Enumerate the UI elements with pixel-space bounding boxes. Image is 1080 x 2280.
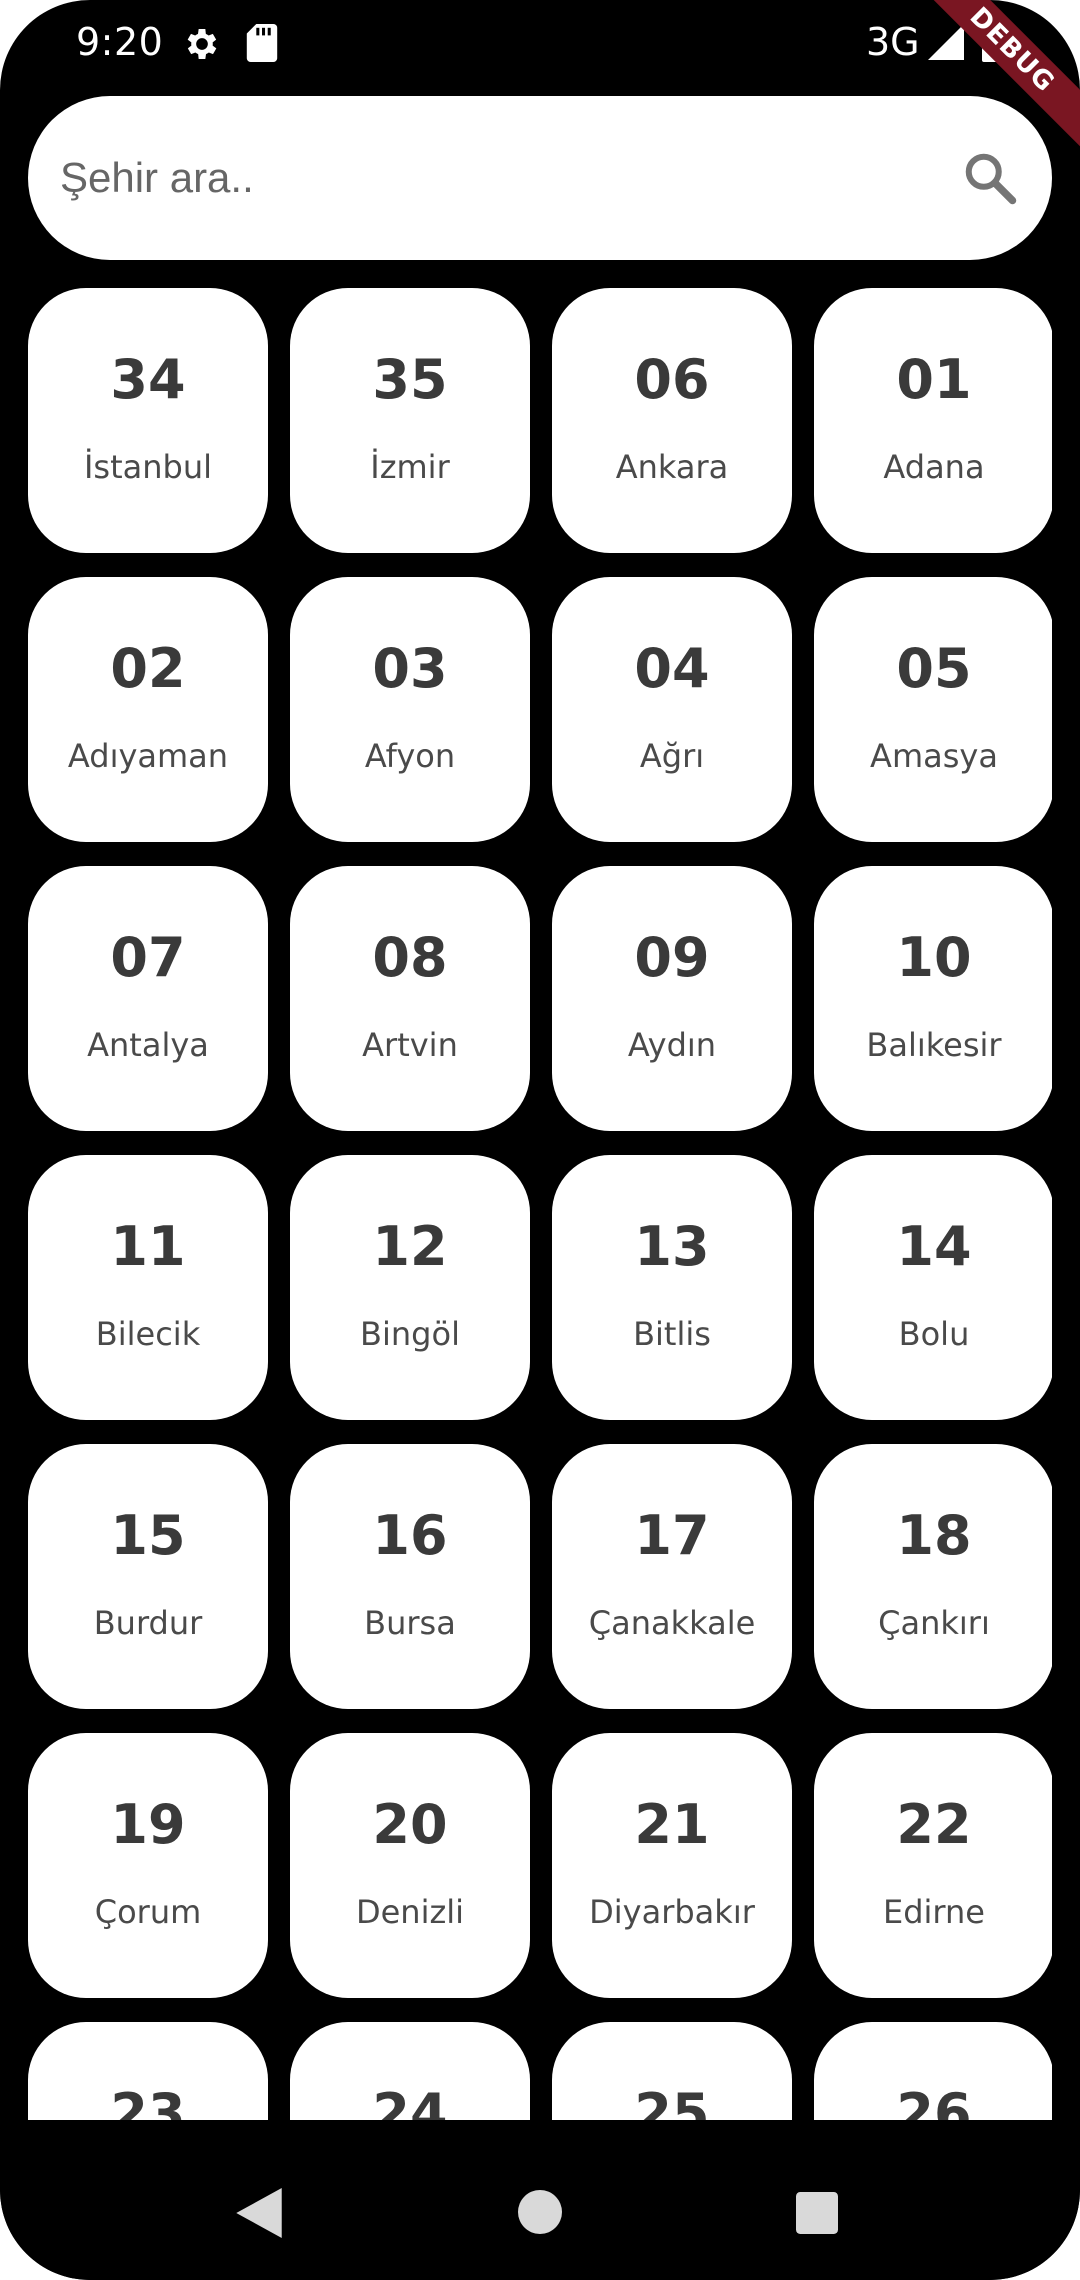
city-name: Burdur (93, 1604, 203, 1642)
plate-code: 34 (110, 348, 186, 411)
city-name: Balıkesir (866, 1026, 1002, 1064)
city-name: Artvin (362, 1026, 458, 1064)
plate-code: 12 (372, 1215, 448, 1278)
plate-code: 22 (896, 1793, 972, 1856)
city-card[interactable]: 06 Ankara (552, 288, 792, 553)
city-card[interactable]: 08 Artvin (290, 866, 530, 1131)
city-card[interactable]: 12 Bingöl (290, 1155, 530, 1420)
city-card[interactable]: 14 Bolu (814, 1155, 1052, 1420)
city-card[interactable]: 11 Bilecik (28, 1155, 268, 1420)
plate-code: 35 (372, 348, 448, 411)
city-name: Bolu (898, 1315, 970, 1353)
city-card[interactable]: 09 Aydın (552, 866, 792, 1131)
city-card[interactable]: 24 (290, 2022, 530, 2120)
city-name: Çankırı (878, 1604, 990, 1642)
city-name: İzmir (370, 448, 450, 486)
city-card[interactable]: 21 Diyarbakır (552, 1733, 792, 1998)
status-time: 9:20 (76, 20, 164, 64)
plate-code: 14 (896, 1215, 972, 1278)
plate-code: 06 (634, 348, 710, 411)
back-icon[interactable] (236, 2188, 282, 2238)
plate-code: 04 (634, 637, 710, 700)
plate-code: 20 (372, 1793, 448, 1856)
city-card[interactable]: 19 Çorum (28, 1733, 268, 1998)
plate-code: 25 (634, 2082, 710, 2120)
city-name: Bilecik (95, 1315, 201, 1353)
plate-code: 24 (372, 2082, 448, 2120)
city-card[interactable]: 13 Bitlis (552, 1155, 792, 1420)
plate-code: 23 (110, 2082, 186, 2120)
sd-card-icon (246, 24, 278, 62)
city-name: İstanbul (83, 448, 213, 486)
city-name: Adana (883, 448, 985, 486)
city-card[interactable]: 22 Edirne (814, 1733, 1052, 1998)
city-card[interactable]: 02 Adıyaman (28, 577, 268, 842)
city-name: Aydın (627, 1026, 717, 1064)
city-name: Adıyaman (67, 737, 229, 775)
city-card[interactable]: 16 Bursa (290, 1444, 530, 1709)
plate-code: 09 (634, 926, 710, 989)
city-name: Bitlis (633, 1315, 711, 1353)
phone-screen: 9:20 3G DEBUG 34İstanbul35İzmir06Ankara0… (0, 0, 1080, 2280)
plate-code: 18 (896, 1504, 972, 1567)
city-name: Bingöl (360, 1315, 460, 1353)
plate-code: 10 (896, 926, 972, 989)
city-name: Çanakkale (588, 1604, 756, 1642)
city-card[interactable]: 25 (552, 2022, 792, 2120)
city-name: Ankara (615, 448, 729, 486)
city-card[interactable]: 26 (814, 2022, 1052, 2120)
city-name: Antalya (87, 1026, 209, 1064)
city-card[interactable]: 01 Adana (814, 288, 1052, 553)
plate-code: 16 (372, 1504, 448, 1567)
plate-code: 01 (896, 348, 972, 411)
city-card[interactable]: 20 Denizli (290, 1733, 530, 1998)
search-bar[interactable] (28, 96, 1052, 260)
city-card[interactable]: 10 Balıkesir (814, 866, 1052, 1131)
status-bar: 9:20 3G DEBUG (0, 0, 1080, 157)
plate-code: 15 (110, 1504, 186, 1567)
city-name: Diyarbakır (589, 1893, 755, 1931)
city-name: Edirne (883, 1893, 985, 1931)
network-type: 3G (866, 20, 920, 64)
city-name: Ağrı (639, 737, 705, 775)
signal-icon (928, 24, 964, 60)
plate-code: 08 (372, 926, 448, 989)
plate-code: 19 (110, 1793, 186, 1856)
city-name: Afyon (364, 737, 456, 775)
city-card[interactable]: 17 Çanakkale (552, 1444, 792, 1709)
plate-code: 26 (896, 2082, 972, 2120)
plate-code: 05 (896, 637, 972, 700)
navigation-bar (0, 2120, 1080, 2280)
city-name: Amasya (870, 737, 998, 775)
city-card[interactable]: 05 Amasya (814, 577, 1052, 842)
plate-code: 03 (372, 637, 448, 700)
plate-code: 07 (110, 926, 186, 989)
city-card[interactable]: 03 Afyon (290, 577, 530, 842)
city-name: Bursa (364, 1604, 456, 1642)
city-grid: 34 İstanbul 35 İzmir 06 Ankara 01 Adana 02 Adıyam… (28, 288, 1052, 2120)
city-card[interactable]: 35 İzmir (290, 288, 530, 553)
city-grid-inner: 34 İstanbul 35 İzmir 06 Ankara 01 Adana 02 Adıyam… (28, 288, 1052, 2120)
settings-icon (187, 29, 217, 59)
plate-code: 21 (634, 1793, 710, 1856)
plate-code: 02 (110, 637, 186, 700)
plate-code: 13 (634, 1215, 710, 1278)
city-card[interactable]: 07 Antalya (28, 866, 268, 1131)
search-icon[interactable] (960, 148, 1020, 208)
recents-icon[interactable] (796, 2192, 838, 2234)
city-card[interactable]: 04 Ağrı (552, 577, 792, 842)
city-card[interactable]: 23 (28, 2022, 268, 2120)
city-card[interactable]: 18 Çankırı (814, 1444, 1052, 1709)
city-name: Denizli (355, 1893, 465, 1931)
plate-code: 17 (634, 1504, 710, 1567)
search-input[interactable] (60, 146, 940, 210)
city-card[interactable]: 34 İstanbul (28, 288, 268, 553)
home-icon[interactable] (518, 2190, 562, 2234)
city-name: Çorum (94, 1893, 202, 1931)
plate-code: 11 (110, 1215, 186, 1278)
city-card[interactable]: 15 Burdur (28, 1444, 268, 1709)
